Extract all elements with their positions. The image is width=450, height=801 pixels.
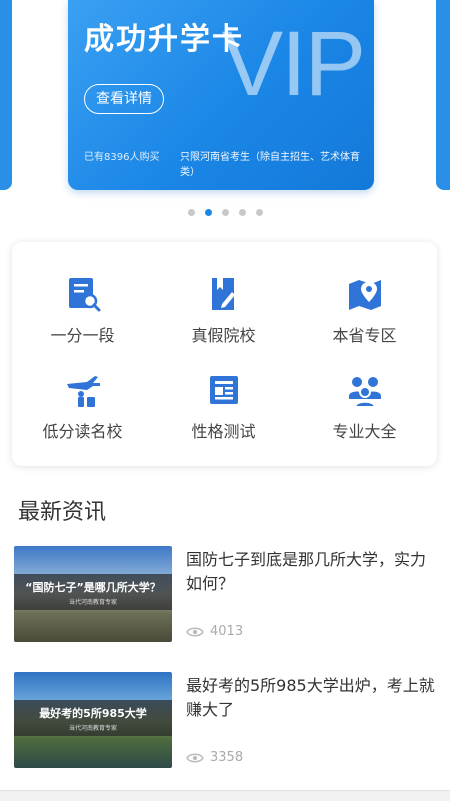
banner-carousel[interactable]: 成功升学卡 VIP 查看详情 已有8396人购买 只限河南省考生（除自主招生、艺… xyxy=(0,0,450,230)
view-count-value: 3358 xyxy=(210,750,244,765)
thumbnail-subcaption: 当代河南教育专家 xyxy=(68,599,117,606)
airplane-traveler-icon xyxy=(66,376,100,407)
thumbnail-caption: 最好考的5所985大学 xyxy=(39,707,147,720)
view-count: 4013 xyxy=(186,624,243,639)
feature-label: 性格测试 xyxy=(191,422,256,441)
carousel-dot[interactable] xyxy=(238,209,246,216)
feature-grid-card: 一分一段 真假院校 本省专区 低分读名校 性格测试 专业大全 xyxy=(12,242,437,466)
banner-title: 成功升学卡 xyxy=(84,22,244,57)
feature-verify-college[interactable]: 真假院校 xyxy=(153,250,294,345)
feature-label: 一分一段 xyxy=(50,326,115,345)
thumbnail-subcaption: 当代河南教育专家 xyxy=(68,725,117,732)
carousel-indicator xyxy=(0,209,450,219)
news-item[interactable]: “国防七子”是哪几所大学？ 当代河南教育专家 国防七子到底是那几所大学，实力如何… xyxy=(14,546,444,646)
view-count: 3358 xyxy=(186,750,243,765)
view-count-value: 4013 xyxy=(210,624,244,639)
map-pin-icon xyxy=(348,280,381,310)
news-title[interactable]: 国防七子到底是那几所大学，实力如何？ xyxy=(186,548,436,596)
feature-major-encyclopedia[interactable]: 专业大全 xyxy=(294,346,435,441)
thumbnail-caption: “国防七子”是哪几所大学？ xyxy=(25,581,161,594)
carousel-dot[interactable] xyxy=(255,209,263,216)
next-banner-peek[interactable] xyxy=(436,0,450,190)
feature-label: 真假院校 xyxy=(191,326,256,345)
carousel-dot[interactable] xyxy=(187,209,195,216)
feature-label: 专业大全 xyxy=(332,422,397,441)
news-item[interactable]: 最好考的5所985大学 当代河南教育专家 最好考的5所985大学出炉，考上就赚大… xyxy=(14,672,444,772)
news-section-title: 最新资讯 xyxy=(18,500,107,525)
carousel-dot[interactable] xyxy=(221,209,229,216)
bookmark-edit-icon xyxy=(211,278,235,310)
news-thumbnail[interactable]: “国防七子”是哪几所大学？ 当代河南教育专家 xyxy=(14,546,172,642)
feature-low-score-top-school[interactable]: 低分读名校 xyxy=(12,346,153,441)
view-details-button[interactable]: 查看详情 xyxy=(84,84,164,114)
eye-icon xyxy=(186,627,204,636)
previous-banner-peek[interactable] xyxy=(0,0,12,190)
banner-note: 只限河南省考生（除自主招生、艺术体育类） xyxy=(180,152,360,178)
eye-icon xyxy=(186,753,204,762)
feature-score-rank[interactable]: 一分一段 xyxy=(12,250,153,345)
people-group-icon xyxy=(348,377,381,408)
banner-vip-text: VIP xyxy=(221,13,366,115)
feature-label: 本省专区 xyxy=(332,326,397,345)
news-thumbnail[interactable]: 最好考的5所985大学 当代河南教育专家 xyxy=(14,672,172,768)
news-title[interactable]: 最好考的5所985大学出炉，考上就赚大了 xyxy=(186,674,436,722)
feature-label: 低分读名校 xyxy=(42,422,123,441)
vip-card-banner[interactable]: 成功升学卡 VIP 查看详情 已有8396人购买 只限河南省考生（除自主招生、艺… xyxy=(68,0,374,190)
purchase-count: 已有8396人购买 xyxy=(84,152,160,163)
carousel-dot-active[interactable] xyxy=(204,209,212,216)
feature-province-zone[interactable]: 本省专区 xyxy=(294,250,435,345)
search-document-icon xyxy=(68,278,100,312)
newspaper-icon xyxy=(209,376,238,404)
feature-personality-test[interactable]: 性格测试 xyxy=(153,346,294,441)
bottom-edge xyxy=(0,790,450,801)
